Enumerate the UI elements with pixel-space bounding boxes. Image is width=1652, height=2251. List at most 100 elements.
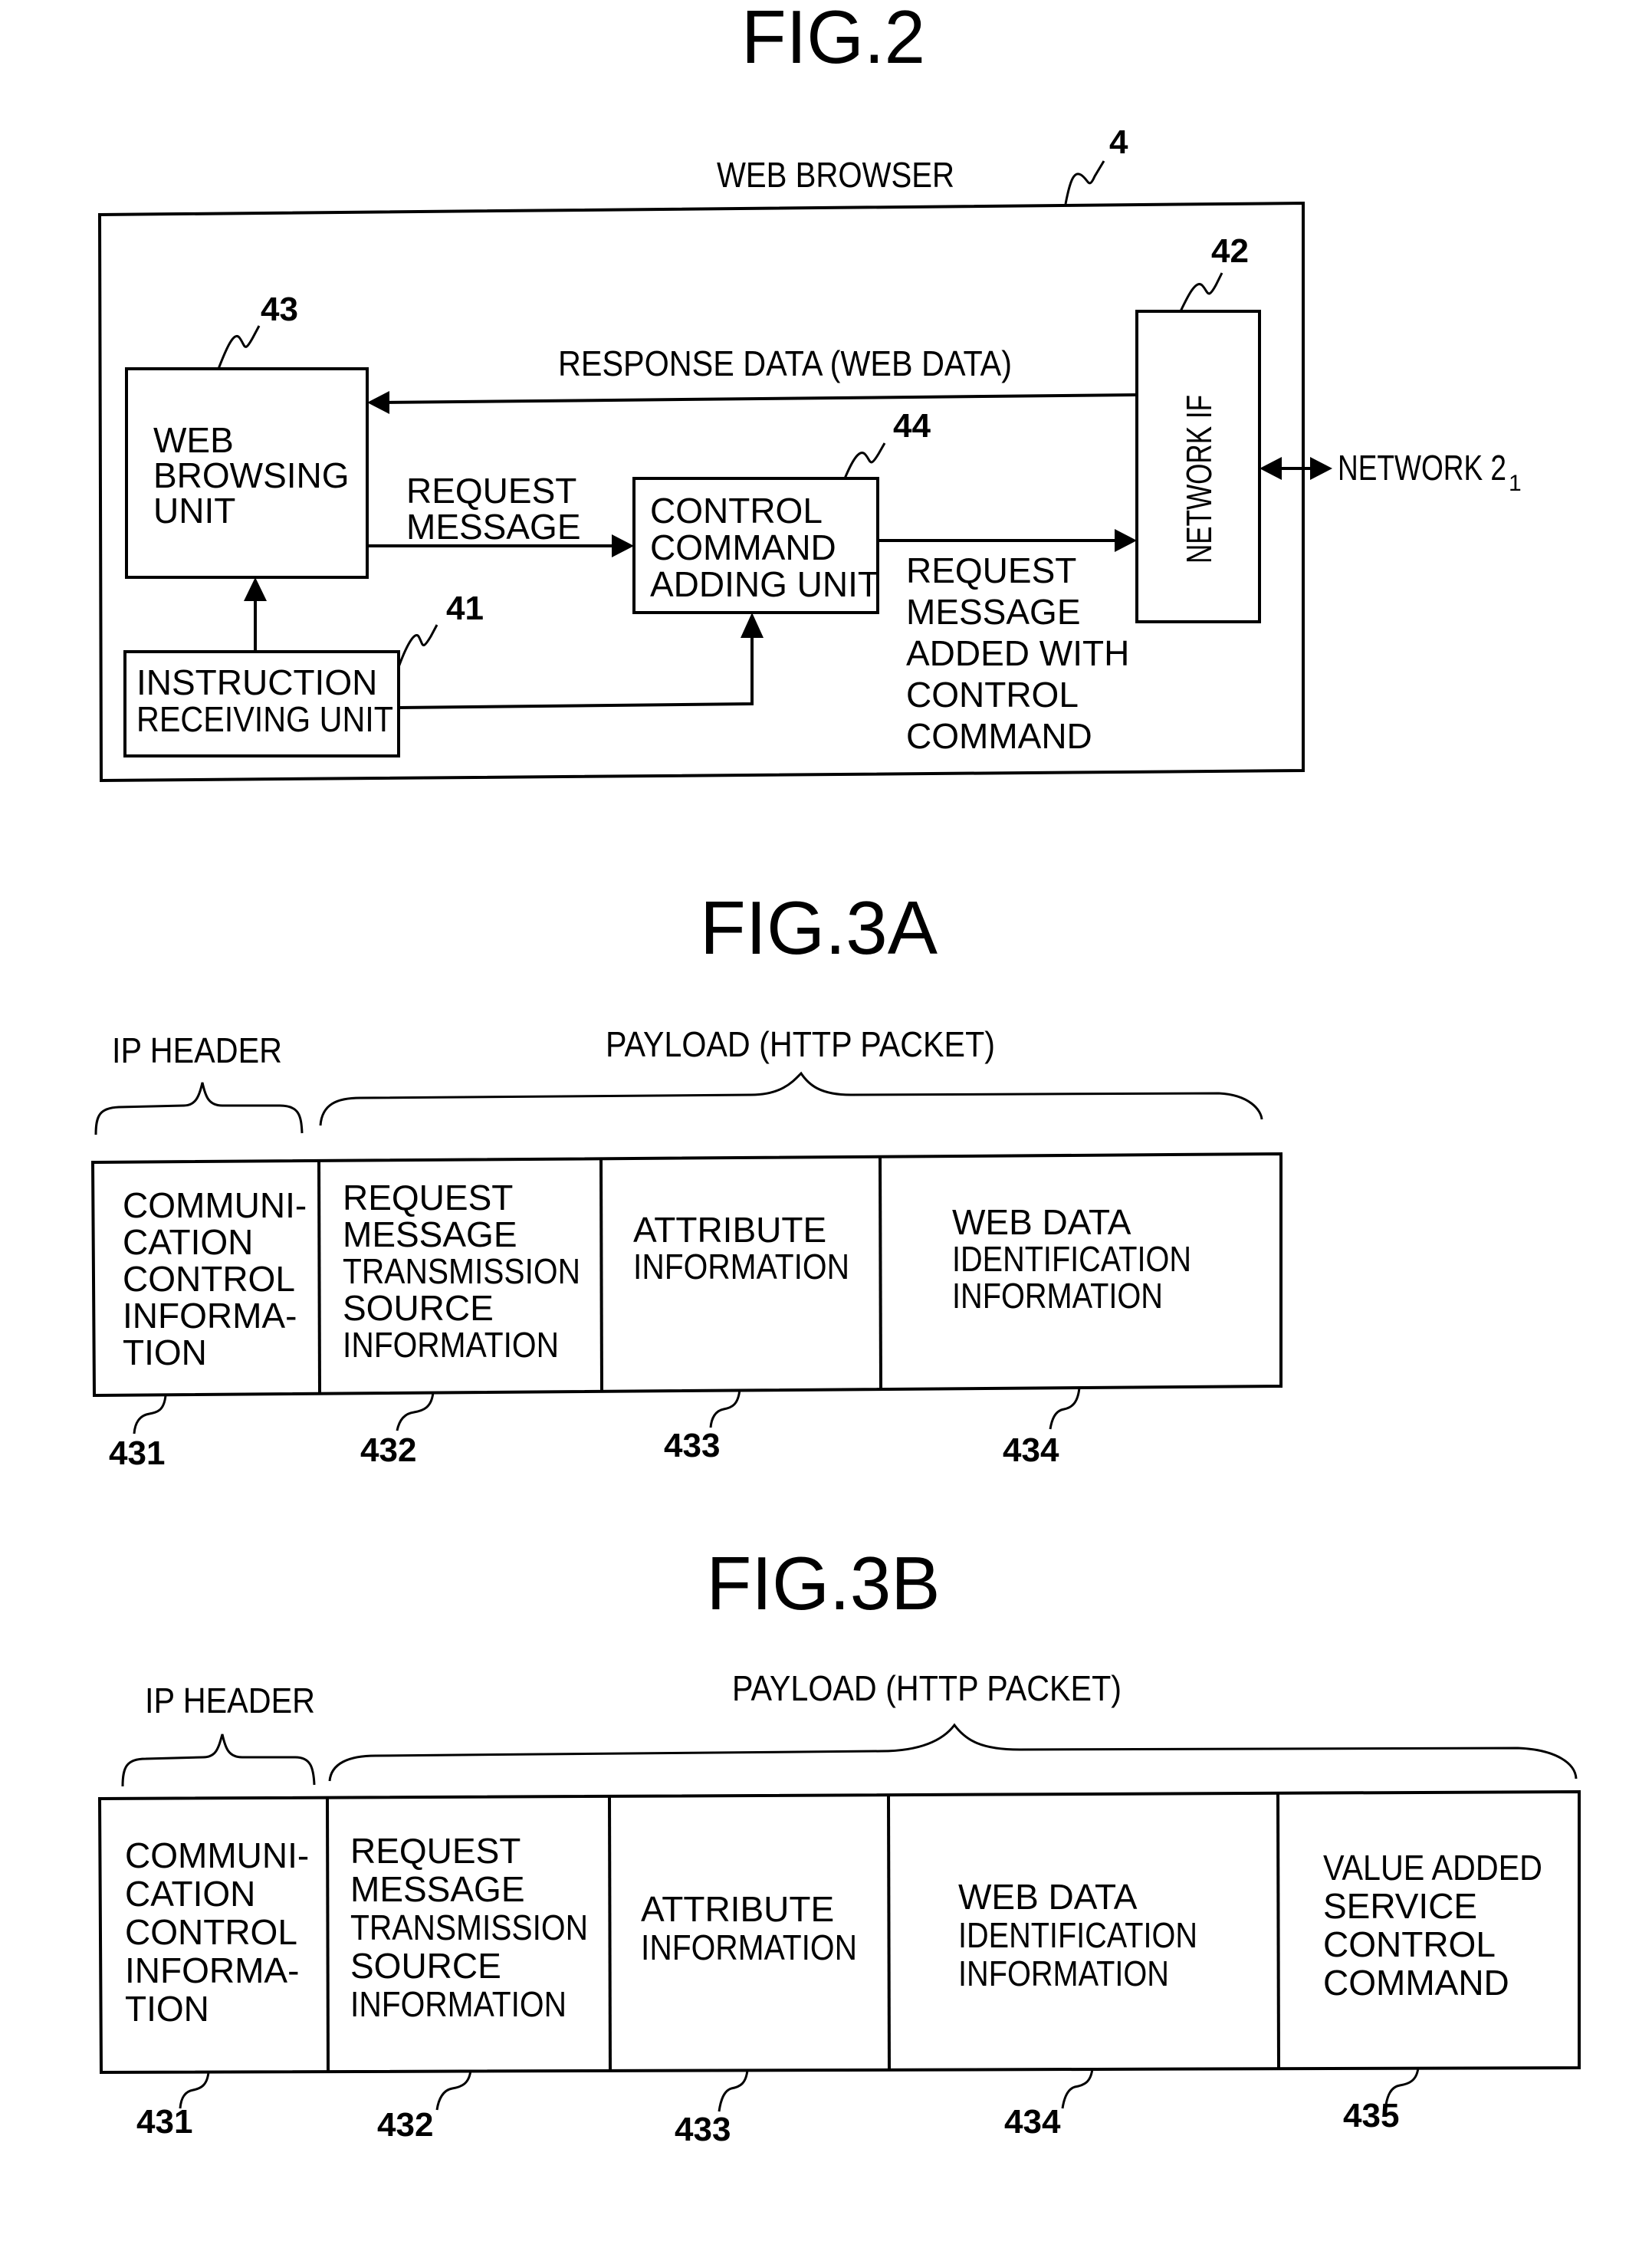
cell-line: CONTROL (123, 1259, 295, 1299)
network-if-label: NETWORK IF (1179, 395, 1219, 564)
cell-line: INFORMA- (123, 1296, 297, 1336)
cell-line: CONTROL (1323, 1924, 1496, 1964)
cell-line: SOURCE (350, 1946, 501, 1986)
fig3a-ref-433: 433 (664, 1427, 720, 1464)
cell-line: TION (123, 1333, 207, 1372)
patent-figure-sheet: FIG.2 WEB BROWSER 4 WEB BROWSING UNIT 43… (90, 0, 1581, 2148)
cell-line: TRANSMISSION (350, 1908, 588, 1947)
control-command-ref: 44 (893, 407, 931, 445)
fig3a-ip-header-brace (94, 1082, 304, 1135)
fig3b-divider (326, 1797, 330, 2072)
network-label: NETWORK 2 (1338, 448, 1506, 488)
network-link-arrowhead-right (1310, 457, 1332, 480)
cell-line: VALUE ADDED (1323, 1848, 1542, 1888)
web-browser-leader (1064, 160, 1105, 205)
request-with-command-arrowhead (1115, 529, 1137, 552)
cell-line: REQUEST (343, 1178, 513, 1218)
web-browsing-unit-ref: 43 (261, 291, 298, 328)
control-command-line: COMMAND (650, 527, 836, 567)
fig3b-payload-brace (328, 1723, 1578, 1782)
cell-line: TRANSMISSION (343, 1251, 580, 1291)
fig3b-cell-431: COMMUNI- CATION CONTROL INFORMA- TION (125, 1835, 309, 2029)
cell-line: MESSAGE (343, 1214, 517, 1254)
fig3b-payload-label: PAYLOAD (HTTP PACKET) (732, 1668, 1122, 1708)
cell-line: INFORMATION (952, 1276, 1163, 1316)
fig3a-divider (879, 1155, 882, 1389)
cell-line: ATTRIBUTE (633, 1210, 826, 1250)
network-if: NETWORK IF (1135, 310, 1261, 623)
fig3b-cell-435: VALUE ADDED SERVICE CONTROL COMMAND (1323, 1848, 1542, 2003)
request-with-command-label: COMMAND (906, 716, 1092, 756)
cell-line: SERVICE (1323, 1886, 1477, 1926)
web-browsing-unit-line: WEB (153, 420, 234, 460)
request-with-command-label: ADDED WITH (906, 633, 1129, 673)
control-command-leader (843, 442, 886, 479)
cell-line: CATION (123, 1222, 253, 1262)
cell-line: CONTROL (125, 1912, 297, 1952)
web-browsing-unit-leader (217, 325, 261, 370)
fig3b-ref-432: 432 (377, 2106, 433, 2144)
network-if-ref: 42 (1211, 232, 1249, 270)
fig3a-cell-433: ATTRIBUTE INFORMATION (633, 1210, 849, 1287)
fig3b-ip-header-label: IP HEADER (145, 1681, 315, 1720)
cell-line: COMMUNI- (123, 1185, 307, 1225)
fig3b-ip-header-brace (121, 1733, 316, 1787)
fig3a-divider (317, 1160, 321, 1395)
fig3a: FIG.3A IP HEADER PAYLOAD (HTTP PACKET) C… (90, 886, 1283, 1472)
cell-line: SOURCE (343, 1288, 494, 1328)
cell-line: INFORMATION (641, 1927, 857, 1967)
cell-line: WEB DATA (952, 1202, 1131, 1242)
fig3b-divider (1276, 1793, 1280, 2069)
request-with-command-label: REQUEST (906, 550, 1076, 590)
fig3a-payload-label: PAYLOAD (HTTP PACKET) (606, 1024, 995, 1064)
instruction-receiving-unit: INSTRUCTION RECEIVING UNIT (123, 650, 400, 757)
request-message-arrowhead (612, 534, 634, 557)
fig2-title: FIG.2 (741, 0, 925, 79)
network-subscript: 1 (1509, 471, 1522, 496)
response-data-arrowhead (367, 391, 389, 414)
cell-line: INFORMATION (958, 1954, 1169, 1993)
instruction-receiving-ref: 41 (446, 590, 484, 627)
fig3b-cell-432: REQUEST MESSAGE TRANSMISSION SOURCE INFO… (350, 1831, 588, 2024)
web-browsing-unit-line: BROWSING (153, 455, 350, 495)
instruction-receiving-line: INSTRUCTION (136, 662, 377, 702)
network-if-leader (1179, 272, 1223, 312)
cell-line: IDENTIFICATION (958, 1915, 1197, 1955)
fig3b-leader-432 (435, 2069, 472, 2111)
cell-line: REQUEST (350, 1831, 521, 1871)
cell-line: WEB DATA (958, 1877, 1138, 1917)
instruction-to-control-arrow (398, 630, 754, 709)
fig3b-leader-433 (718, 2069, 749, 2112)
fig3b-cell-433: ATTRIBUTE INFORMATION (641, 1889, 857, 1967)
fig3a-leader-433 (709, 1388, 741, 1428)
fig3a-ip-header-label: IP HEADER (112, 1030, 282, 1070)
cell-line: CATION (125, 1874, 255, 1914)
control-command-line: CONTROL (650, 491, 823, 531)
web-browsing-unit-line: UNIT (153, 491, 235, 531)
instruction-to-control-arrowhead (741, 613, 764, 638)
cell-line: INFORMATION (633, 1247, 849, 1287)
fig3b-cell-434: WEB DATA IDENTIFICATION INFORMATION (958, 1877, 1197, 1993)
web-browsing-unit: WEB BROWSING UNIT (125, 367, 369, 579)
fig3a-ref-431: 431 (109, 1434, 165, 1472)
fig3a-ref-434: 434 (1003, 1431, 1059, 1469)
web-browser-label: WEB BROWSER (717, 155, 954, 195)
cell-line: COMMUNI- (125, 1835, 309, 1875)
fig3b-divider (887, 1795, 891, 2071)
cell-line: INFORMA- (125, 1950, 299, 1990)
fig3b-ref-431: 431 (136, 2103, 192, 2141)
fig3a-leader-434 (1049, 1387, 1081, 1430)
cell-line: IDENTIFICATION (952, 1239, 1191, 1279)
fig3a-cell-431: COMMUNI- CATION CONTROL INFORMA- TION (123, 1185, 307, 1372)
request-message-label: MESSAGE (406, 507, 581, 547)
cell-line: COMMAND (1323, 1963, 1509, 2003)
cell-line: MESSAGE (350, 1869, 525, 1909)
cell-line: INFORMATION (350, 1984, 567, 2024)
fig3b: FIG.3B IP HEADER PAYLOAD (HTTP PACKET) C… (97, 1541, 1581, 2148)
instruction-to-browsing-arrowhead (244, 577, 267, 601)
instruction-receiving-line: RECEIVING UNIT (136, 699, 393, 739)
fig3a-ref-432: 432 (360, 1431, 416, 1469)
control-command-line: ADDING UNIT (650, 564, 879, 604)
response-data-label: RESPONSE DATA (WEB DATA) (558, 343, 1012, 383)
fig3a-leader-431 (133, 1395, 167, 1434)
